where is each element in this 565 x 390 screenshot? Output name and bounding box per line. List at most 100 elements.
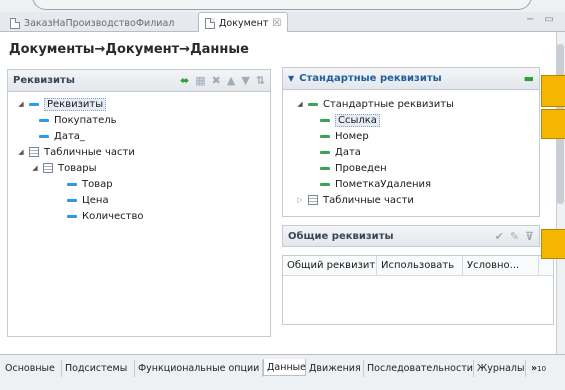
table-icon [43,163,53,173]
common-attributes-panel: Общие реквизиты ✔ ✎ ⊽ Общий реквизит Исп… [282,225,554,337]
standard-attribute-icon [320,150,330,154]
tab-sequences[interactable]: Последовательности [364,360,474,377]
attribute-icon [67,214,77,218]
standard-attribute-icon [320,166,330,170]
attribute-icon [67,198,77,202]
expand-icon[interactable]: ◢ [16,100,26,108]
tree-item-buyer[interactable]: Покупатель [36,112,117,128]
tree-item-standard-attributes[interactable]: ◢ Стандартные реквизиты [295,96,454,112]
collapse-icon[interactable]: ▼ [288,74,294,83]
tree-item-product[interactable]: Товар [64,176,113,192]
tree-item-tabular-sections[interactable]: ◢ Табличные части [16,144,135,160]
document-icon [205,17,215,29]
tree-item-label: Дата [335,146,361,158]
tree-item-label: Цена [82,194,109,206]
hidden-tabs-count: 10 [537,364,547,373]
expand-icon[interactable]: ◢ [16,148,26,156]
standard-attributes-panel: ▼ Стандартные реквизиты ▬ ◢ Стандартные … [282,67,540,217]
tree-item-ref[interactable]: Ссылка [317,112,380,128]
tree-item-label: Товар [82,178,113,190]
grid-header: Общий реквизит Использовать Условно... [283,256,553,276]
grid-column-header[interactable]: Условно... [463,256,539,275]
tree-item-label: Дата_ [54,130,85,142]
tree-item-attributes[interactable]: ◢ Реквизиты [16,96,107,112]
highlight-marker [541,229,565,259]
highlight-marker [541,75,565,107]
standard-attributes-header[interactable]: ▼ Стандартные реквизиты ▬ [283,68,539,90]
check-filter-icon[interactable]: ✎ [510,230,519,243]
tree-item-price[interactable]: Цена [64,192,109,208]
attributes-panel: Реквизиты ⬌ ▦ ✖ ▲ ▼ ⇅ ◢ Реквизиты Покупа… [7,69,271,337]
panel-title: Реквизиты [13,75,75,86]
move-up-icon[interactable]: ▲ [227,74,235,87]
editor-content: Документы→Документ→Данные Реквизиты ⬌ ▦ … [0,32,556,354]
tab-main[interactable]: Основные [2,360,62,377]
delete-icon[interactable]: ✖ [212,74,221,87]
bottom-tab-bar: Основные Подсистемы Функциональные опции… [0,354,565,390]
expand-icon[interactable]: ◢ [295,100,305,108]
attributes-panel-header: Реквизиты ⬌ ▦ ✖ ▲ ▼ ⇅ [8,70,270,92]
tree-item-quantity[interactable]: Количество [64,208,144,224]
move-down-icon[interactable]: ▼ [241,74,249,87]
common-attributes-grid: Общий реквизит Использовать Условно... [282,255,554,325]
expand-icon[interactable]: ◢ [30,164,40,172]
tab-movements[interactable]: Движения [306,360,364,377]
minimize-section-icon[interactable]: ▬ [524,72,534,85]
close-icon[interactable]: ☒ [272,18,281,29]
tree-item-label: Табличные части [44,146,135,158]
attribute-icon [67,182,77,186]
window-controls: − ▭ [526,14,554,28]
tab-label: ЗаказНаПроизводствоФилиал [24,17,175,29]
tab-data[interactable]: Данные [263,359,306,376]
tree-item-std-date[interactable]: Дата [317,144,361,160]
standard-attribute-icon [320,134,330,138]
tree-item-goods[interactable]: ◢ Товары [30,160,97,176]
window-top-curve [32,0,532,10]
maximize-icon[interactable]: ▭ [544,14,553,28]
tree-item-label: ПометкаУдаления [335,178,432,190]
minimize-icon[interactable]: − [526,14,534,28]
tree-item-label: Товары [58,162,97,174]
attribute-icon [39,118,49,122]
common-attributes-header: Общие реквизиты ✔ ✎ ⊽ [282,225,540,247]
attributes-tree: ◢ Реквизиты Покупатель Дата_ ◢ Табличные… [8,94,270,336]
expand-icon[interactable]: ▷ [295,196,305,204]
attribute-icon [29,102,39,106]
add-attribute-icon[interactable]: ⬌ [180,74,189,87]
more-tabs-button[interactable]: » 10 [528,360,554,377]
tab-functional-options[interactable]: Функциональные опции [135,360,263,377]
tab-document[interactable]: Документ ☒ [198,12,289,33]
table-icon [308,195,318,205]
document-icon [10,17,20,29]
tree-item-label: Проведен [335,162,387,174]
grid-column-header[interactable]: Использовать [377,256,463,275]
attribute-icon [39,134,49,138]
standard-attribute-icon [308,102,318,106]
filter-icon[interactable]: ⊽ [525,230,534,243]
tree-item-label: Ссылка [335,113,380,127]
tab-label: Документ [219,17,269,29]
tab-journals[interactable]: Журналы [474,360,526,377]
tab-subsystems[interactable]: Подсистемы [62,360,135,377]
tree-item-label: Стандартные реквизиты [323,98,454,110]
standard-attribute-icon [320,182,330,186]
tree-item-std-tabular-sections[interactable]: ▷ Табличные части [295,192,414,208]
tree-item-label: Номер [335,130,369,142]
standard-attributes-tree: ◢ Стандартные реквизиты Ссылка Номер Дат… [283,92,539,216]
page-title: Документы→Документ→Данные [9,42,249,57]
check-icon[interactable]: ✔ [495,230,504,243]
table-icon [29,147,39,157]
grid-column-header[interactable]: Общий реквизит [283,256,377,275]
add-table-icon[interactable]: ▦ [195,74,205,87]
tree-item-deletion-mark[interactable]: ПометкаУдаления [317,176,431,192]
sort-icon[interactable]: ⇅ [256,74,265,87]
tab-order-branch[interactable]: ЗаказНаПроизводствоФилиал [4,13,180,33]
tree-item-date[interactable]: Дата_ [36,128,85,144]
tree-item-posted[interactable]: Проведен [317,160,387,176]
panel-title: Стандартные реквизиты [299,73,442,84]
tree-item-number[interactable]: Номер [317,128,369,144]
panel-title: Общие реквизиты [288,230,394,242]
tree-item-label: Количество [82,210,144,222]
tree-item-label: Реквизиты [44,97,107,111]
highlight-marker [541,109,565,139]
